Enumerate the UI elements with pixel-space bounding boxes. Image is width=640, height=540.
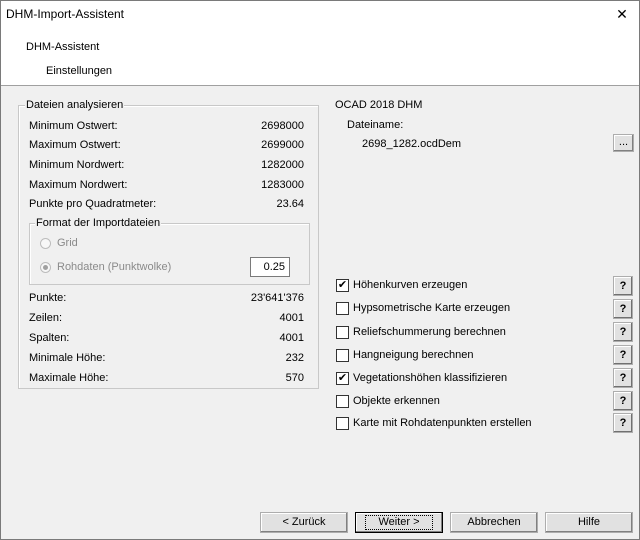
min-height-label: Minimale Höhe: — [29, 352, 106, 364]
ocad-title: OCAD 2018 DHM — [335, 99, 423, 111]
option-checkbox-raw-points[interactable] — [336, 417, 349, 430]
help-button-slope[interactable]: ? — [613, 345, 633, 365]
option-checkbox-slope[interactable] — [336, 349, 349, 362]
checkmark-icon: ✔ — [337, 279, 348, 291]
title-bar: DHM-Import-Assistent ✕ — [1, 1, 639, 29]
filename-label: Dateiname: — [347, 119, 404, 131]
max-height-value: 570 — [285, 372, 304, 384]
option-label-hypsometric[interactable]: Hypsometrische Karte erzeugen — [353, 302, 510, 314]
back-button[interactable]: < Zurück — [260, 512, 348, 533]
min-east-label: Minimum Ostwert: — [29, 120, 118, 132]
option-checkbox-vegetation[interactable]: ✔ — [336, 372, 349, 385]
cancel-button[interactable]: Abbrechen — [450, 512, 538, 533]
help-button-hillshade[interactable]: ? — [613, 322, 633, 342]
rohdaten-radio[interactable] — [40, 262, 51, 273]
analysis-legend: Dateien analysieren — [25, 99, 125, 111]
option-label-slope[interactable]: Hangneigung berechnen — [353, 349, 474, 361]
next-button-label: Weiter > — [365, 515, 433, 530]
max-east-value: 2699000 — [261, 139, 304, 151]
option-checkbox-contours[interactable]: ✔ — [336, 279, 349, 292]
grid-label: Grid — [57, 237, 78, 249]
min-height-value: 232 — [285, 352, 304, 364]
help-button[interactable]: Hilfe — [545, 512, 633, 533]
rows-value: 4001 — [279, 312, 304, 324]
grid-radio[interactable] — [40, 238, 51, 249]
help-button-vegetation[interactable]: ? — [613, 368, 633, 388]
wizard-header: DHM-Assistent Einstellungen — [1, 29, 639, 86]
help-button-contours[interactable]: ? — [613, 276, 633, 296]
rohdaten-label: Rohdaten (Punktwolke) — [57, 261, 172, 273]
option-checkbox-hypsometric[interactable] — [336, 302, 349, 315]
option-label-objects[interactable]: Objekte erkennen — [353, 395, 440, 407]
window-title: DHM-Import-Assistent — [6, 7, 125, 21]
wizard-title: DHM-Assistent — [26, 41, 100, 53]
checkmark-icon: ✔ — [337, 372, 348, 384]
browse-button[interactable]: ... — [613, 134, 634, 152]
analysis-group: Dateien analysieren Minimum Ostwert: 269… — [18, 99, 319, 389]
help-button-objects[interactable]: ? — [613, 391, 633, 411]
option-checkbox-hillshade[interactable] — [336, 326, 349, 339]
columns-label: Spalten: — [29, 332, 70, 344]
min-north-value: 1282000 — [261, 159, 304, 171]
rohdaten-value-input[interactable]: 0.25 — [250, 257, 290, 277]
close-icon[interactable]: ✕ — [611, 4, 633, 24]
wizard-step: Einstellungen — [46, 65, 113, 77]
min-east-value: 2698000 — [261, 120, 304, 132]
filename-value: 2698_1282.ocdDem — [362, 138, 462, 150]
columns-value: 4001 — [279, 332, 304, 344]
max-north-label: Maximum Nordwert: — [29, 179, 128, 191]
help-button-hypsometric[interactable]: ? — [613, 299, 633, 319]
format-legend: Format der Importdateien — [35, 217, 162, 229]
option-checkbox-objects[interactable] — [336, 395, 349, 408]
option-label-contours[interactable]: Höhenkurven erzeugen — [353, 279, 467, 291]
help-button-raw-points[interactable]: ? — [613, 413, 633, 433]
points-per-sqm-label: Punkte pro Quadratmeter: — [29, 198, 157, 210]
option-label-vegetation[interactable]: Vegetationshöhen klassifizieren — [353, 372, 507, 384]
option-label-raw-points[interactable]: Karte mit Rohdatenpunkten erstellen — [353, 417, 532, 429]
max-height-label: Maximale Höhe: — [29, 372, 109, 384]
rows-label: Zeilen: — [29, 312, 63, 324]
points-label: Punkte: — [29, 292, 67, 304]
dialog-window: DHM-Import-Assistent ✕ DHM-Assistent Ein… — [0, 0, 640, 540]
max-north-value: 1283000 — [261, 179, 304, 191]
format-group: Format der Importdateien Grid Rohdaten (… — [29, 217, 310, 285]
points-per-sqm-value: 23.64 — [276, 198, 304, 210]
points-value: 23'641'376 — [250, 292, 304, 304]
option-label-hillshade[interactable]: Reliefschummerung berechnen — [353, 326, 506, 338]
max-east-label: Maximum Ostwert: — [29, 139, 121, 151]
min-north-label: Minimum Nordwert: — [29, 159, 125, 171]
next-button[interactable]: Weiter > — [355, 512, 443, 533]
